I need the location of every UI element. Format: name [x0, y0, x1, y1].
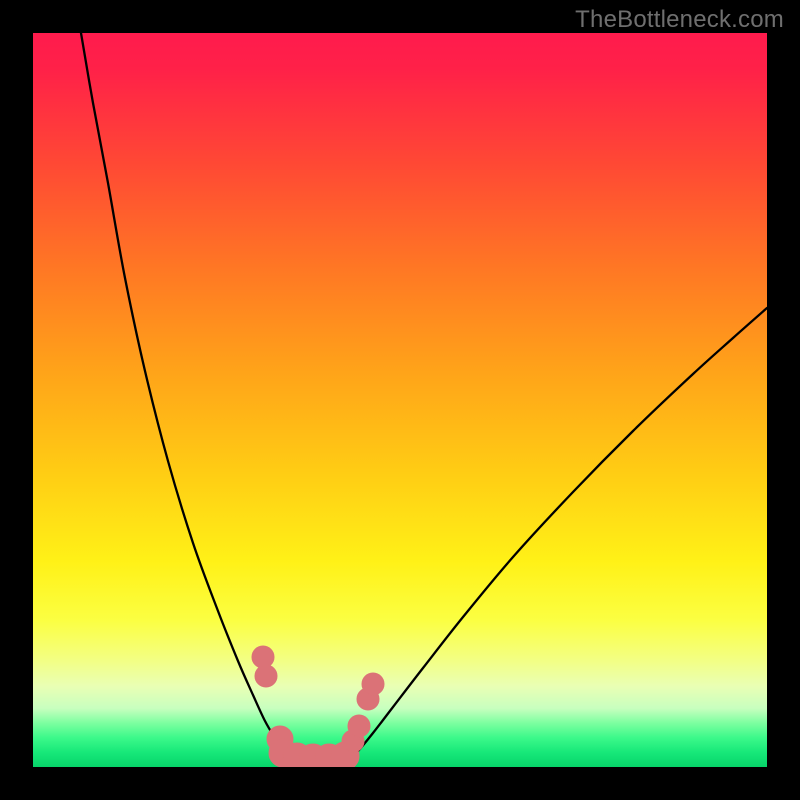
right-curve [348, 308, 767, 760]
data-marker [255, 665, 277, 687]
data-markers [252, 646, 384, 767]
data-marker [348, 715, 370, 737]
data-marker [252, 646, 274, 668]
watermark-text: TheBottleneck.com [575, 6, 784, 34]
chart-frame: TheBottleneck.com [0, 0, 800, 800]
data-marker [362, 673, 384, 695]
curves-layer [33, 33, 767, 767]
plot-area [33, 33, 767, 767]
